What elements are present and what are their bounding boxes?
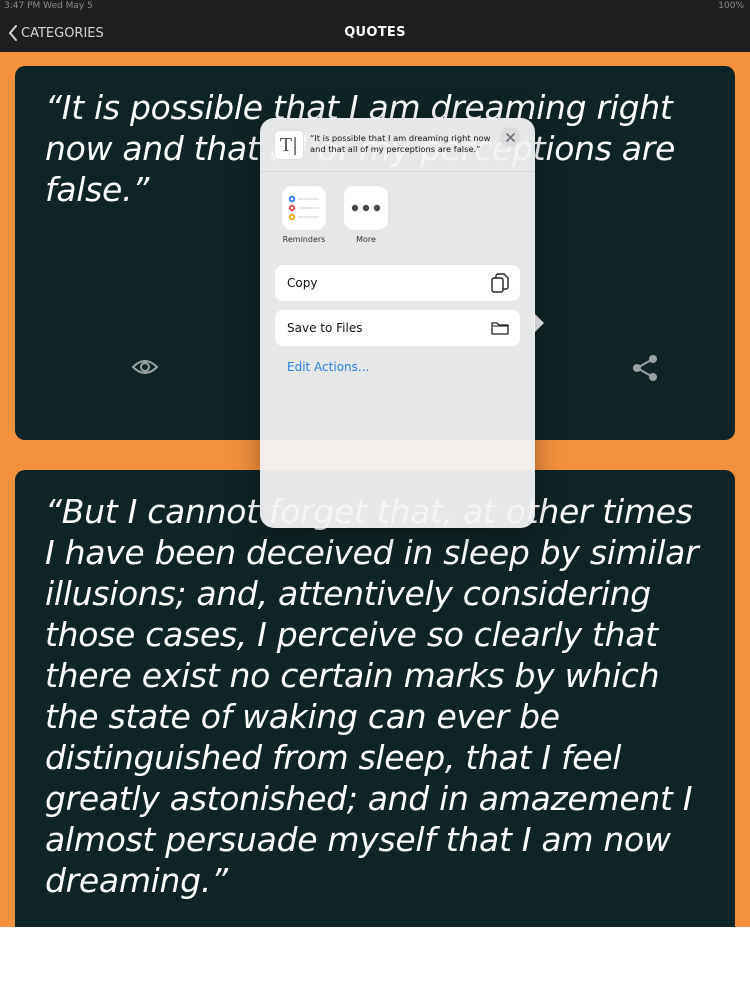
app-screen: 3:47 PM Wed May 5 100% CATEGORIES QUOTES… bbox=[0, 0, 750, 927]
folder-icon bbox=[490, 318, 510, 338]
share-sheet-popover: T| “It is possible that I am dreaming ri… bbox=[260, 118, 535, 528]
app-label: Reminders bbox=[282, 235, 326, 244]
app-label: More bbox=[356, 235, 376, 244]
close-icon[interactable] bbox=[500, 127, 520, 147]
app-more[interactable]: More bbox=[336, 186, 396, 246]
status-time-date: 3:47 PM Wed May 5 bbox=[4, 1, 93, 11]
copy-icon bbox=[490, 273, 510, 293]
save-to-files-action-button[interactable]: Save to Files bbox=[275, 310, 520, 346]
share-app-row: Reminders More bbox=[274, 186, 398, 246]
share-preview-text: “It is possible that I am dreaming right… bbox=[310, 133, 491, 154]
popover-arrow bbox=[534, 313, 544, 333]
more-icon bbox=[344, 186, 388, 230]
status-bar: 3:47 PM Wed May 5 100% bbox=[0, 0, 750, 14]
eye-icon[interactable] bbox=[129, 353, 161, 381]
share-sheet-header: T| “It is possible that I am dreaming ri… bbox=[260, 118, 535, 172]
quote-text: “But I cannot forget that, at other time… bbox=[45, 492, 699, 900]
status-battery: 100% bbox=[718, 1, 744, 11]
action-label: Copy bbox=[287, 276, 318, 290]
text-document-icon: T| bbox=[274, 130, 304, 160]
app-reminders[interactable]: Reminders bbox=[274, 186, 334, 246]
share-icon[interactable] bbox=[629, 352, 661, 384]
quote-card: “But I cannot forget that, at other time… bbox=[15, 470, 735, 927]
reminders-icon bbox=[282, 186, 326, 230]
navigation-bar: CATEGORIES QUOTES bbox=[0, 14, 750, 52]
edit-actions-link[interactable]: Edit Actions... bbox=[287, 360, 369, 374]
bottom-blank-area bbox=[0, 927, 750, 1000]
copy-action-button[interactable]: Copy bbox=[275, 265, 520, 301]
page-title: QUOTES bbox=[344, 25, 406, 40]
action-label: Save to Files bbox=[287, 321, 363, 335]
